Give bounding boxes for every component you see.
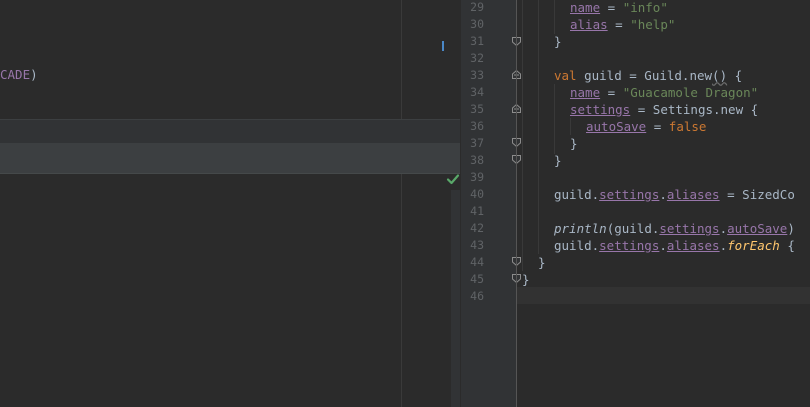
function-foreach: forEach bbox=[727, 238, 780, 253]
line-number: 31 bbox=[470, 34, 484, 48]
function-println: println bbox=[554, 221, 607, 236]
string-literal: "help" bbox=[630, 17, 676, 32]
left-code-line[interactable]: CADE) bbox=[0, 66, 38, 83]
method-call: new bbox=[689, 68, 713, 83]
property-settings: settings bbox=[599, 238, 660, 253]
left-code-identifier: CADE bbox=[0, 67, 31, 82]
left-highlight-band bbox=[0, 119, 460, 144]
indent-guide bbox=[554, 0, 555, 34]
code-line-44[interactable]: } bbox=[538, 254, 546, 271]
code-line-40[interactable]: guild.settings.aliases = SizedCo bbox=[554, 186, 795, 203]
code-line-29[interactable]: name = "info" bbox=[570, 0, 668, 16]
code-text: = Settings.new { bbox=[630, 102, 759, 117]
code-line-38[interactable]: } bbox=[554, 152, 562, 169]
property-autosave: autoSave bbox=[586, 119, 647, 134]
dot: . bbox=[659, 238, 667, 253]
dot: . bbox=[719, 221, 728, 236]
dot: . bbox=[659, 187, 667, 202]
code-text: guild. bbox=[554, 187, 600, 202]
line-number: 46 bbox=[470, 289, 484, 303]
line-number: 35 bbox=[470, 102, 484, 116]
code-line-30[interactable]: alias = "help" bbox=[570, 16, 675, 33]
right-margin-guide bbox=[401, 0, 402, 407]
code-line-43[interactable]: guild.settings.aliases.forEach { bbox=[554, 237, 795, 254]
operator: = bbox=[600, 0, 623, 15]
line-number: 30 bbox=[470, 17, 484, 31]
line-number: 44 bbox=[470, 255, 484, 269]
dot: . bbox=[719, 238, 728, 253]
error-stripe-marker[interactable] bbox=[442, 41, 444, 51]
line-number: 45 bbox=[470, 272, 484, 286]
indent-guide bbox=[554, 84, 555, 154]
code-line-31[interactable]: } bbox=[554, 33, 562, 50]
string-literal: "Guacamole Dragon" bbox=[622, 85, 759, 100]
line-number: 43 bbox=[470, 238, 484, 252]
left-editor-pane[interactable] bbox=[0, 0, 460, 407]
line-number: 33 bbox=[470, 68, 484, 82]
operator: = bbox=[646, 119, 669, 134]
line-number: 36 bbox=[470, 119, 484, 133]
code-line-34[interactable]: name = "Guacamole Dragon" bbox=[570, 84, 758, 101]
line-number: 32 bbox=[470, 51, 484, 65]
line-number: 40 bbox=[470, 187, 484, 201]
code-text: = SizedCo bbox=[719, 187, 795, 202]
line-number: 41 bbox=[470, 204, 484, 218]
code-line-33[interactable]: val guild = Guild.new() { bbox=[554, 67, 742, 84]
keyword-false: false bbox=[668, 119, 707, 134]
caret-row-highlight bbox=[517, 287, 810, 304]
code-text: { bbox=[779, 238, 795, 253]
code-line-45[interactable]: } bbox=[522, 271, 530, 288]
property-aliases: aliases bbox=[666, 187, 720, 202]
check-icon[interactable] bbox=[446, 172, 460, 186]
code-line-42[interactable]: println(guild.settings.autoSave) bbox=[554, 220, 795, 237]
indent-guide bbox=[538, 0, 539, 254]
empty-parens-warning[interactable]: () bbox=[712, 68, 727, 83]
code-line-35[interactable]: settings = Settings.new { bbox=[570, 101, 758, 118]
left-selection-band bbox=[0, 143, 460, 174]
code-line-36[interactable]: autoSave = false bbox=[586, 118, 706, 135]
string-literal: "info" bbox=[622, 0, 668, 15]
property-aliases: aliases bbox=[666, 238, 720, 253]
operator: = bbox=[607, 17, 631, 32]
code-text: ) bbox=[787, 221, 795, 236]
code-text: { bbox=[727, 68, 743, 83]
property-settings: settings bbox=[659, 221, 720, 236]
code-text: guild. bbox=[554, 238, 600, 253]
property-name: name bbox=[570, 85, 601, 100]
left-code-paren: ) bbox=[30, 67, 38, 82]
code-text: (guild. bbox=[606, 221, 660, 236]
code-text: guild = Guild. bbox=[576, 68, 690, 83]
gutter-separator bbox=[516, 0, 517, 407]
line-number: 37 bbox=[470, 136, 484, 150]
indent-guide bbox=[570, 118, 571, 135]
property-alias: alias bbox=[570, 17, 608, 32]
property-settings: settings bbox=[599, 187, 660, 202]
scrollbar-track[interactable] bbox=[451, 190, 460, 407]
line-number: 38 bbox=[470, 153, 484, 167]
line-number: 39 bbox=[470, 170, 484, 184]
line-number: 29 bbox=[470, 0, 484, 14]
operator: = bbox=[600, 85, 623, 100]
property-settings: settings bbox=[570, 102, 631, 117]
property-name: name bbox=[570, 0, 601, 15]
keyword-val: val bbox=[554, 68, 577, 83]
indent-guide bbox=[522, 0, 523, 271]
property-autosave: autoSave bbox=[727, 221, 788, 236]
code-line-37[interactable]: } bbox=[570, 135, 578, 152]
line-number: 42 bbox=[470, 221, 484, 235]
line-number: 34 bbox=[470, 85, 484, 99]
